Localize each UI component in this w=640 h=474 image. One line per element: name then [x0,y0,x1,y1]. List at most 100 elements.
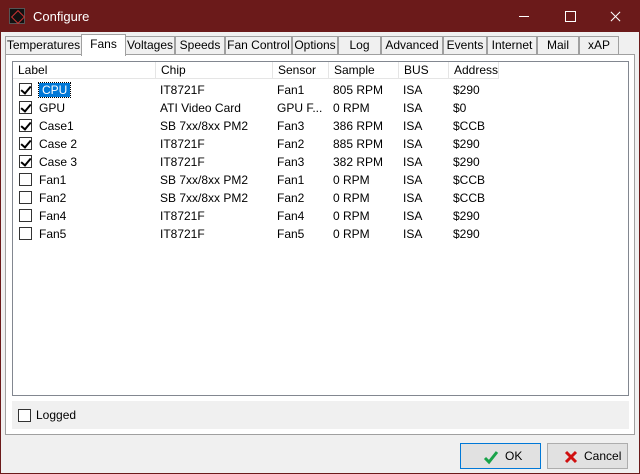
cell-bus: ISA [403,137,423,151]
cell-label: Fan4 [35,207,156,225]
tab-temperatures[interactable]: Temperatures [5,36,82,54]
column-header-label[interactable]: Label [13,62,156,79]
cell-label: Case1 [35,117,156,135]
cell-sensor: Fan1 [277,173,305,187]
cell-sensor: Fan3 [277,155,305,169]
row-checkbox[interactable] [19,101,32,114]
cell-chip: SB 7xx/8xx PM2 [160,191,249,205]
cell-sensor: Fan2 [277,191,305,205]
cancel-label: Cancel [584,449,622,463]
row-label: Fan4 [39,209,67,223]
fans-list[interactable]: Label Chip Sensor Sample BUS Address CPU IT872… [12,61,629,396]
cell-label: Case 2 [35,135,156,153]
cell-sensor: GPU F... [277,101,323,115]
row-checkbox[interactable] [19,173,32,186]
tab-mail[interactable]: Mail [537,36,579,54]
tab-speeds[interactable]: Speeds [175,36,225,54]
tab-internet[interactable]: Internet [487,36,537,54]
cell-chip: IT8721F [160,227,205,241]
cancel-button[interactable]: Cancel [547,443,628,469]
cell-bus: ISA [403,227,423,241]
logged-label: Logged [36,408,77,422]
tab-strip: Temperatures Fans Voltages Speeds Fan Co… [5,34,635,56]
cell-address: $CCB [453,119,486,133]
table-row[interactable]: Fan1 SB 7xx/8xx PM2 Fan1 0 RPM ISA $CCB [13,171,628,189]
table-row[interactable]: Fan4 IT8721F Fan4 0 RPM ISA $290 [13,207,628,225]
table-row[interactable]: Case1 SB 7xx/8xx PM2 Fan3 386 RPM ISA $CCB [13,117,628,135]
cell-sensor: Fan2 [277,137,305,151]
logged-checkbox[interactable] [18,409,31,422]
tab-xap[interactable]: xAP [579,36,619,54]
cell-chip: IT8721F [160,137,205,151]
fans-panel: Label Chip Sensor Sample BUS Address CPU IT872… [5,54,635,435]
column-header-address[interactable]: Address [449,62,499,79]
cell-bus: ISA [403,101,423,115]
column-header-bus[interactable]: BUS [399,62,449,79]
cell-sample: 805 RPM [333,83,384,97]
title-bar[interactable]: Configure [1,1,639,32]
cell-sample: 0 RPM [333,173,370,187]
cell-sample: 0 RPM [333,227,370,241]
row-label: Fan5 [39,227,67,241]
cell-address: $CCB [453,173,486,187]
row-label: GPU [39,101,66,115]
cell-bus: ISA [403,209,423,223]
x-icon [564,450,578,464]
table-row[interactable]: GPU ATI Video Card GPU F... 0 RPM ISA $0 [13,99,628,117]
cell-sample: 382 RPM [333,155,384,169]
row-checkbox[interactable] [19,155,32,168]
configure-window: Configure Temperatures Fans Voltages Spe… [0,0,640,474]
cell-sample: 885 RPM [333,137,384,151]
table-row[interactable]: Fan5 IT8721F Fan5 0 RPM ISA $290 [13,225,628,243]
tab-voltages[interactable]: Voltages [125,36,175,54]
tab-log[interactable]: Log [338,36,381,54]
tab-events[interactable]: Events [443,36,487,54]
cell-label: Fan5 [35,225,156,243]
table-row[interactable]: Case 2 IT8721F Fan2 885 RPM ISA $290 [13,135,628,153]
check-icon [483,451,499,465]
cell-bus: ISA [403,119,423,133]
cell-label: GPU [35,99,156,117]
cell-sample: 0 RPM [333,101,370,115]
minimize-icon[interactable] [501,1,547,32]
cell-sample: 0 RPM [333,191,370,205]
row-label: CPU [37,82,72,98]
cell-chip: IT8721F [160,209,205,223]
cell-bus: ISA [403,83,423,97]
cell-address: $0 [453,101,467,115]
column-header-sample[interactable]: Sample [329,62,399,79]
cell-address: $CCB [453,191,486,205]
table-row[interactable]: Fan2 SB 7xx/8xx PM2 Fan2 0 RPM ISA $CCB [13,189,628,207]
row-label: Fan2 [39,191,67,205]
table-row[interactable]: Case 3 IT8721F Fan3 382 RPM ISA $290 [13,153,628,171]
column-header-chip[interactable]: Chip [156,62,273,79]
tab-fans[interactable]: Fans [81,34,126,56]
column-header-sensor[interactable]: Sensor [273,62,329,79]
cell-sample: 0 RPM [333,209,370,223]
row-checkbox[interactable] [19,227,32,240]
ok-button[interactable]: OK [460,443,541,469]
cell-chip: IT8721F [160,83,205,97]
tab-fan-control[interactable]: Fan Control [225,36,292,54]
row-checkbox[interactable] [19,209,32,222]
row-checkbox[interactable] [19,137,32,150]
row-label: Case 3 [39,155,78,169]
close-icon[interactable] [593,1,639,32]
tab-options[interactable]: Options [292,36,338,54]
cell-sample: 386 RPM [333,119,384,133]
row-checkbox[interactable] [19,119,32,132]
cell-bus: ISA [403,173,423,187]
cell-bus: ISA [403,191,423,205]
logged-option: Logged [12,401,629,429]
list-header: Label Chip Sensor Sample BUS Address [13,62,628,80]
row-label: Fan1 [39,173,67,187]
cell-bus: ISA [403,155,423,169]
cell-chip: SB 7xx/8xx PM2 [160,119,249,133]
table-row[interactable]: CPU IT8721F Fan1 805 RPM ISA $290 [13,81,628,99]
cell-address: $290 [453,209,480,223]
row-checkbox[interactable] [19,191,32,204]
row-checkbox[interactable] [19,83,32,96]
cell-sensor: Fan5 [277,227,305,241]
maximize-icon[interactable] [547,1,593,32]
tab-advanced[interactable]: Advanced [381,36,443,54]
